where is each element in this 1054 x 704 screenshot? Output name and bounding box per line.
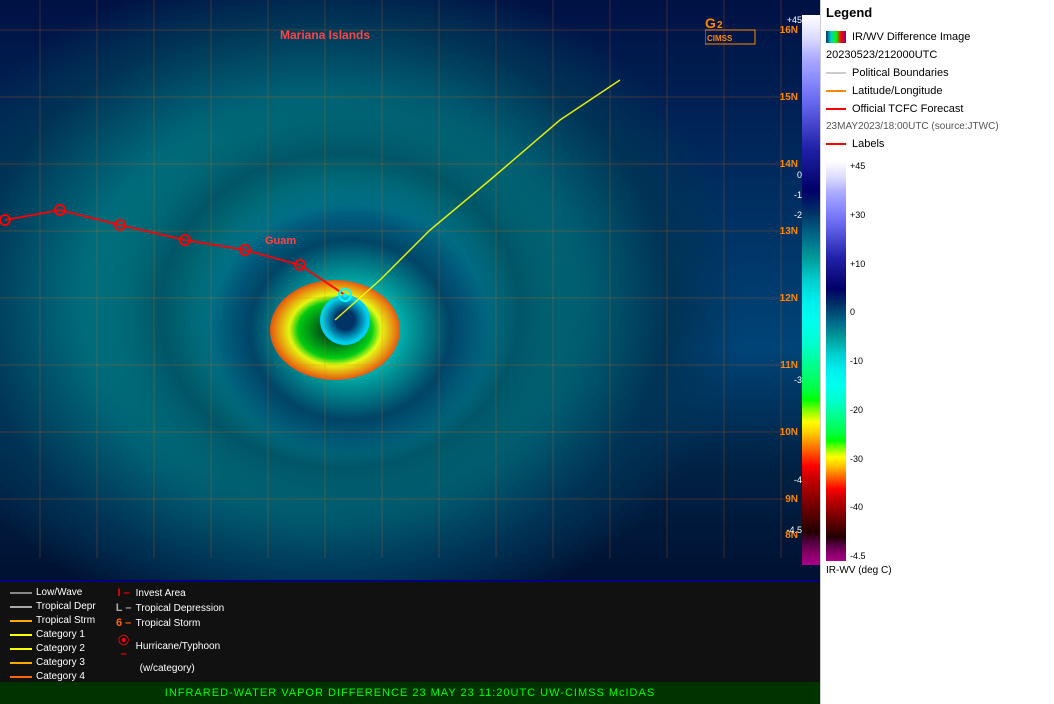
legend-label-low: Low/Wave [36,587,82,598]
legend-label-cat4: Category 4 [36,671,85,682]
cb-m20: -20 [850,405,866,415]
svg-text:2: 2 [717,20,723,31]
legend-label-jtwc: 23MAY2023/18:00UTC (source:JTWC) [826,121,999,132]
status-text: INFRARED-WATER VAPOR DIFFERENCE 23 MAY 2… [165,687,655,699]
symbol-invest: I – [116,587,132,599]
svg-text:CIMSS: CIMSS [707,34,733,43]
cb-45: +45 [850,161,866,171]
bottom-legend-strip: Low/Wave Tropical Depr Tropical Strm Cat… [0,582,820,682]
symbol-legend: I – Invest Area L – Tropical Depression … [116,587,225,677]
legend-label-invest: Invest Area [136,588,186,599]
legend-row-wcategory: (w/category) [116,663,225,674]
cb-m40: -40 [850,502,866,512]
track-type-legend: Low/Wave Tropical Depr Tropical Strm Cat… [10,587,96,677]
right-panel: Legend IR/WV Difference Image 20230523/2… [820,0,1054,704]
colorbar-unit: IR-WV (deg C) [826,565,1049,576]
cb-m45: -4.5 [850,551,866,561]
legend-item-datetime: 20230523/212000UTC [826,49,1049,61]
cb-label-m2: -2 [794,210,802,220]
logo-area: G 2 CIMSS [705,8,765,53]
legend-label-labels: Labels [852,138,884,150]
cb-label-m3: -3 [794,375,802,385]
legend-item-political: Political Boundaries [826,67,1049,79]
cb-0: 0 [850,307,866,317]
legend-dash-tcfc [826,108,846,110]
legend-row-cat4: Category 4 [10,671,96,682]
symbol-storm: 6 – [116,617,132,629]
map-area: Mariana Islands Guam 16N 15N 14N 13N 12N… [0,0,820,704]
legend-colorbar [826,161,846,561]
main-container: Mariana Islands Guam 16N 15N 14N 13N 12N… [0,0,1054,704]
legend-row-dep: L – Tropical Depression [116,602,225,614]
legend-label-dep: Tropical Depression [136,603,225,614]
grid-lines [0,0,820,580]
cb-30: +30 [850,210,866,220]
legend-label-wcategory: (w/category) [140,663,195,674]
legend-row-td: Tropical Depr [10,601,96,612]
legend-dash-latlon [826,90,846,92]
legend-item-labels: Labels [826,138,1049,150]
legend-title: Legend [826,5,1049,23]
cb-label-m4: -4 [794,475,802,485]
guam-label: Guam [265,235,296,247]
cb-label-m45: -4.5 [786,525,802,535]
legend-row-hurricane: ⦿ – Hurricane/Typhoon [116,632,225,660]
svg-text:G: G [705,15,716,31]
legend-dash-political [826,72,846,74]
cb-10: +10 [850,259,866,269]
legend-label-cat3: Category 3 [36,657,85,668]
legend-row-cat1: Category 1 [10,629,96,640]
legend-label-irwv: IR/WV Difference Image [852,31,970,43]
legend-label-td: Tropical Depr [36,601,96,612]
legend-row-ts: Tropical Strm [10,615,96,626]
legend-item-jtwc: 23MAY2023/18:00UTC (source:JTWC) [826,121,1049,132]
legend-line-cat3 [10,662,32,664]
legend-line-cat2 [10,648,32,650]
legend-colorbar-section: +45 +30 +10 0 -10 -20 -30 -40 -4.5 [826,161,1049,561]
cb-m30: -30 [850,454,866,464]
cb-m10: -10 [850,356,866,366]
symbol-hurricane: ⦿ – [116,632,132,660]
colorbar [802,15,820,565]
legend-row-cat3: Category 3 [10,657,96,668]
legend-row-low: Low/Wave [10,587,96,598]
legend-line-td [10,606,32,608]
legend-label-ts: Tropical Strm [36,615,95,626]
legend-colorbar-labels: +45 +30 +10 0 -10 -20 -30 -40 -4.5 [846,161,866,561]
legend-row-cat2: Category 2 [10,643,96,654]
legend-label-tcfc: Official TCFC Forecast [852,103,963,115]
legend-dash-labels [826,143,846,145]
legend-item-latlon: Latitude/Longitude [826,85,1049,97]
cb-label-m1: -1 [794,190,802,200]
legend-label-cat2: Category 2 [36,643,85,654]
symbol-dep: L – [116,602,132,614]
cb-label-0: 0 [797,170,802,180]
legend-label-cat1: Category 1 [36,629,85,640]
legend-label-datetime: 20230523/212000UTC [826,49,937,61]
legend-colorbar-strip [826,31,846,43]
legend-line-cat1 [10,634,32,636]
legend-line-cat4 [10,676,32,678]
legend-line-ts [10,620,32,622]
legend-line-low [10,592,32,594]
mariana-islands-label: Mariana Islands [280,28,370,42]
colorbar-labels: +45 0 -1 -2 -3 -4 -4.5 [767,15,802,565]
legend-row-storm: 6 – Tropical Storm [116,617,225,629]
legend-item-tcfc: Official TCFC Forecast [826,103,1049,115]
legend-label-political: Political Boundaries [852,67,949,79]
cb-label-45: +45 [787,15,802,25]
legend-label-hurricane: Hurricane/Typhoon [136,641,221,652]
legend-label-latlon: Latitude/Longitude [852,85,943,97]
status-bar: INFRARED-WATER VAPOR DIFFERENCE 23 MAY 2… [0,682,820,704]
legend-label-storm: Tropical Storm [136,618,201,629]
legend-item-irwv: IR/WV Difference Image [826,31,1049,43]
legend-row-invest: I – Invest Area [116,587,225,599]
